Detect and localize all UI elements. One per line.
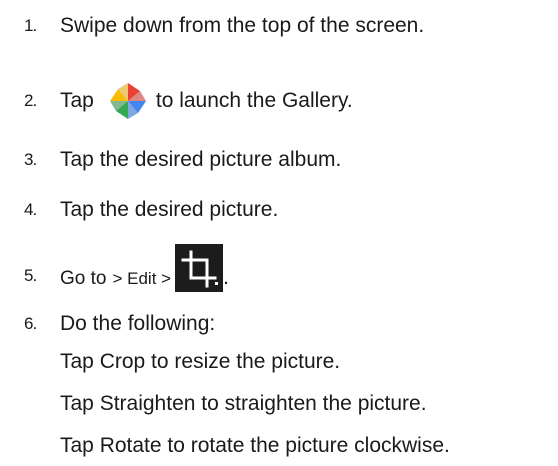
step-text: Swipe down from the top of the screen. xyxy=(60,14,425,37)
step-number: 2. xyxy=(24,91,37,110)
step-5: 5. Go to > Edit > . xyxy=(0,240,558,296)
crop-icon xyxy=(175,244,224,292)
step-number: 4. xyxy=(24,200,37,219)
step-text: Tap the desired picture. xyxy=(60,198,279,221)
step-text-before: Go to xyxy=(60,268,107,289)
photos-pinwheel-icon xyxy=(109,83,146,119)
step-1: 1. Swipe down from the top of the screen… xyxy=(0,6,558,46)
step-number: 5. xyxy=(24,266,37,285)
step-2: 2. Tap to launch the Gallery. xyxy=(0,76,558,126)
sub-item-straighten: Tap Straighten to straighten the picture… xyxy=(60,392,427,415)
step-6: 6. Do the following: xyxy=(0,304,558,344)
step-4: 4. Tap the desired picture. xyxy=(0,190,558,230)
step-number: 6. xyxy=(24,314,37,333)
step-text-before: Tap xyxy=(60,89,94,112)
step-text-after: . xyxy=(223,266,229,289)
step-text: Tap the desired picture album. xyxy=(60,148,342,171)
step-text: Tap to launch the Gallery. xyxy=(60,79,353,123)
step-text-middle: > Edit > xyxy=(112,269,172,288)
sub-item-crop: Tap Crop to resize the picture. xyxy=(60,350,341,373)
step-text: Go to > Edit > . xyxy=(60,244,229,292)
step-text: Do the following: xyxy=(60,312,216,335)
step-3: 3. Tap the desired picture album. xyxy=(0,140,558,180)
sub-item-rotate: Tap Rotate to rotate the picture clockwi… xyxy=(60,434,450,457)
step-text-after: to launch the Gallery. xyxy=(155,89,353,112)
step-number: 3. xyxy=(24,150,37,169)
step-number: 1. xyxy=(24,16,37,35)
